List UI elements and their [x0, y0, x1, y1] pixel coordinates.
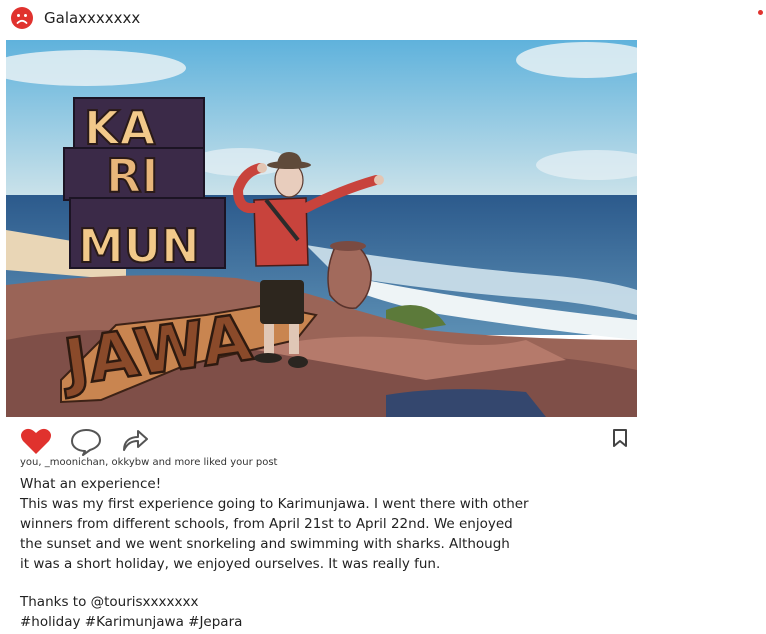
comment-icon[interactable]	[70, 428, 102, 456]
sign-mun: MUN	[78, 219, 200, 273]
sign-ri: RI	[106, 149, 159, 203]
post-actions	[20, 426, 635, 456]
caption-line: it was a short holiday, we enjoyed ourse…	[20, 556, 441, 572]
caption-line: winners from different schools, from Apr…	[20, 516, 513, 532]
post-caption: What an experience! This was my first ex…	[20, 474, 620, 632]
caption-title: What an experience!	[20, 476, 162, 492]
post-image[interactable]: KA RI MUN JAWA	[6, 40, 637, 417]
sign-ka: KA	[84, 101, 156, 155]
likes-summary[interactable]: you, _moonichan, okkybw and more liked y…	[20, 457, 277, 468]
notification-dot	[758, 10, 763, 15]
username[interactable]: Galaxxxxxxx	[44, 9, 140, 27]
caption-hashtags[interactable]: #holiday #Karimunjawa #Jepara	[20, 612, 620, 632]
caption-line: the sunset and we went snorkeling and sw…	[20, 536, 510, 552]
caption-thanks[interactable]: Thanks to @tourisxxxxxxx	[20, 592, 620, 612]
share-icon[interactable]	[121, 427, 149, 453]
post-header: Galaxxxxxxx	[10, 5, 140, 31]
bookmark-icon[interactable]	[612, 428, 628, 448]
heart-icon[interactable]	[20, 427, 52, 455]
sad-face-icon[interactable]	[10, 6, 34, 30]
caption-line: This was my first experience going to Ka…	[20, 496, 529, 512]
